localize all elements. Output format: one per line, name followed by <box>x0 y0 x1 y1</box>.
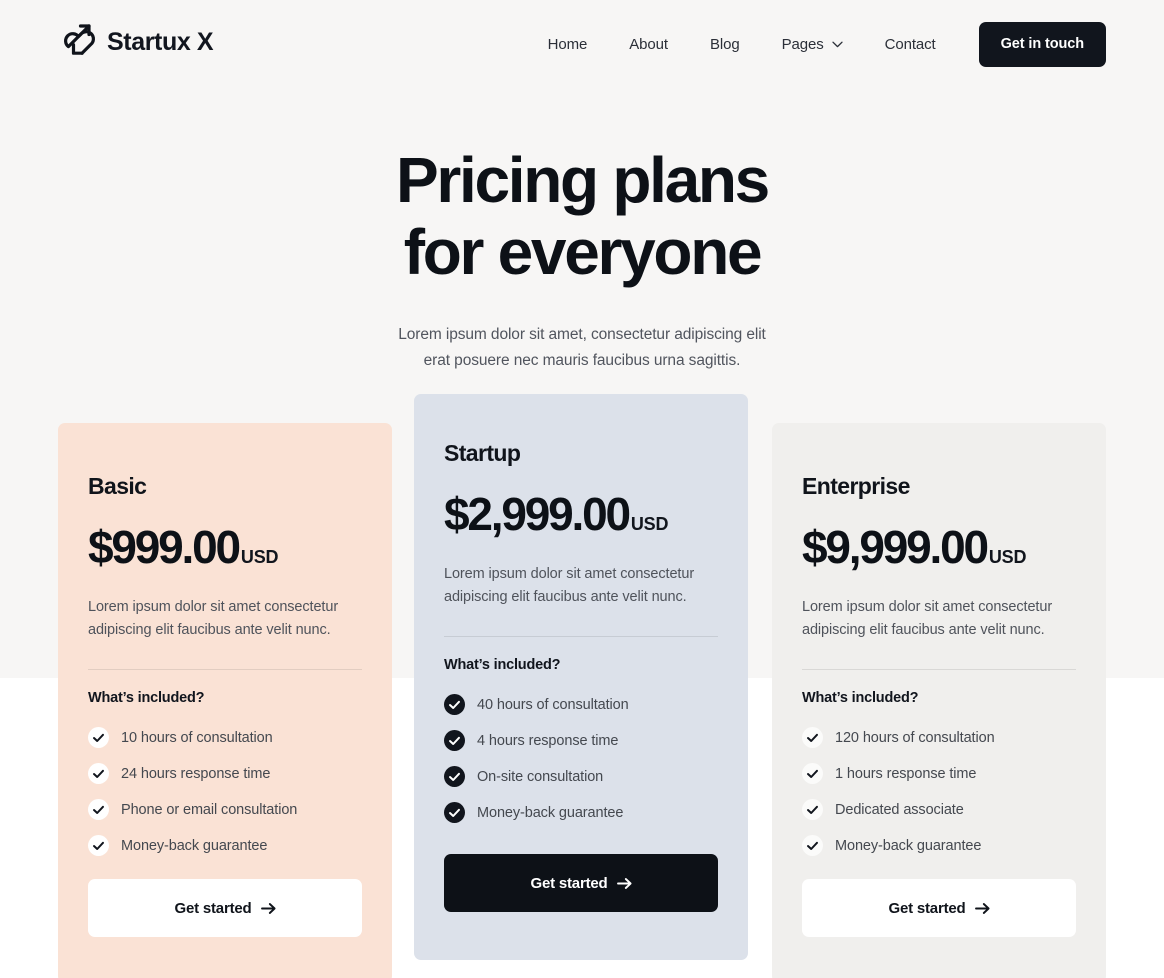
plan-name: Basic <box>88 473 147 499</box>
card-divider <box>802 668 1076 670</box>
arrow-right-icon <box>260 902 276 914</box>
list-item: Money-back guarantee <box>802 828 1076 864</box>
list-item: Phone or email consultation <box>88 792 362 828</box>
check-circle-light-icon <box>802 727 823 749</box>
list-item: Money-back guarantee <box>88 828 362 864</box>
list-item: 1 hours response time <box>802 756 1076 792</box>
plan-price-row: $2,999.00 USD <box>444 491 718 537</box>
check-circle-light-icon <box>802 835 823 857</box>
plan-description: Lorem ipsum dolor sit amet consectetur a… <box>444 566 695 606</box>
plan-price-row: $999.00 USD <box>88 524 362 570</box>
feature-label: Dedicated associate <box>835 801 964 818</box>
list-item: 40 hours of consultation <box>444 687 718 723</box>
included-title: What’s included? <box>88 689 205 706</box>
pricing-card-basic: Basic $999.00 USD Lorem ipsum dolor sit … <box>58 423 392 978</box>
plan-price: $2,999.00 <box>444 488 631 540</box>
primary-navigation: Home About Blog Pages Contact Get in tou… <box>527 22 1106 67</box>
feature-label: 1 hours response time <box>835 765 977 782</box>
nav-item-pages[interactable]: Pages <box>761 22 864 67</box>
pricing-card-enterprise: Enterprise $9,999.00 USD Lorem ipsum dol… <box>772 423 1106 978</box>
feature-label: On-site consultation <box>477 768 604 785</box>
plan-currency: USD <box>988 547 1027 567</box>
check-circle-light-icon <box>88 727 109 749</box>
nav-item-about[interactable]: About <box>608 22 689 67</box>
nav-item-contact[interactable]: Contact <box>864 22 957 67</box>
plan-name: Startup <box>444 440 521 466</box>
feature-list: 120 hours of consultation 1 hours respon… <box>802 720 1076 864</box>
plan-currency: USD <box>630 514 669 534</box>
check-circle-light-icon <box>88 835 109 857</box>
plan-name: Enterprise <box>802 473 910 499</box>
site-header: Startux X Home About Blog Pages Contact … <box>0 0 1164 90</box>
check-circle-dark-icon <box>444 730 465 752</box>
pricing-page: Startux X Home About Blog Pages Contact … <box>0 0 1164 978</box>
card-divider <box>444 635 718 637</box>
check-circle-dark-icon <box>444 694 465 716</box>
feature-label: Money-back guarantee <box>835 837 982 854</box>
feature-label: 10 hours of consultation <box>121 729 273 746</box>
list-item: 10 hours of consultation <box>88 720 362 756</box>
get-started-button[interactable]: Get started <box>444 854 718 912</box>
nav-item-blog[interactable]: Blog <box>689 22 761 67</box>
page-subtitle-line-2: erat posuere nec mauris faucibus urna sa… <box>423 351 741 369</box>
list-item: Dedicated associate <box>802 792 1076 828</box>
plan-description: Lorem ipsum dolor sit amet consectetur a… <box>802 599 1053 639</box>
plan-price-row: $9,999.00 USD <box>802 524 1076 570</box>
get-started-label: Get started <box>888 899 966 917</box>
feature-label: 40 hours of consultation <box>477 696 629 713</box>
page-title-line-2: for everyone <box>403 216 763 288</box>
get-started-button[interactable]: Get started <box>88 879 362 937</box>
hero-section: Pricing plans for everyone Lorem ipsum d… <box>0 148 1164 373</box>
pricing-card-startup: Startup $2,999.00 USD Lorem ipsum dolor … <box>414 394 748 960</box>
brand-name: Startux X <box>107 27 214 56</box>
included-title: What’s included? <box>444 656 561 673</box>
feature-label: Money-back guarantee <box>121 837 268 854</box>
feature-label: 4 hours response time <box>477 732 619 749</box>
feature-label: Phone or email consultation <box>121 801 298 818</box>
get-started-button[interactable]: Get started <box>802 879 1076 937</box>
check-circle-light-icon <box>802 799 823 821</box>
chevron-down-icon <box>831 41 843 48</box>
check-circle-light-icon <box>88 799 109 821</box>
get-started-label: Get started <box>530 874 608 892</box>
feature-label: 24 hours response time <box>121 765 271 782</box>
arrow-right-icon <box>616 877 632 889</box>
plan-description: Lorem ipsum dolor sit amet consectetur a… <box>88 599 339 639</box>
page-title-line-1: Pricing plans <box>396 144 770 216</box>
feature-label: Money-back guarantee <box>477 804 624 821</box>
feature-label: 120 hours of consultation <box>835 729 995 746</box>
nav-item-home[interactable]: Home <box>527 22 609 67</box>
plan-price: $999.00 <box>88 521 241 573</box>
nav-item-pages-label: Pages <box>781 36 824 53</box>
list-item: 4 hours response time <box>444 723 718 759</box>
page-subtitle-line-1: Lorem ipsum dolor sit amet, consectetur … <box>398 326 766 343</box>
list-item: 120 hours of consultation <box>802 720 1076 756</box>
feature-list: 40 hours of consultation 4 hours respons… <box>444 687 718 831</box>
check-circle-light-icon <box>802 763 823 785</box>
feature-list: 10 hours of consultation 24 hours respon… <box>88 720 362 864</box>
list-item: On-site consultation <box>444 759 718 795</box>
plan-currency: USD <box>240 547 279 567</box>
arrow-right-icon <box>974 902 990 914</box>
check-circle-light-icon <box>88 763 109 785</box>
page-subtitle: Lorem ipsum dolor sit amet, consectetur … <box>0 322 1164 373</box>
get-started-label: Get started <box>174 899 252 917</box>
brand-logo[interactable]: Startux X <box>58 22 214 62</box>
arrow-swirl-logo-icon <box>64 24 95 55</box>
page-title: Pricing plans for everyone <box>0 148 1164 284</box>
list-item: 24 hours response time <box>88 756 362 792</box>
included-title: What’s included? <box>802 689 919 706</box>
plan-price: $9,999.00 <box>802 521 989 573</box>
list-item: Money-back guarantee <box>444 795 718 831</box>
card-divider <box>88 668 362 670</box>
check-circle-dark-icon <box>444 766 465 788</box>
get-in-touch-button[interactable]: Get in touch <box>978 22 1106 67</box>
check-circle-dark-icon <box>444 802 465 824</box>
